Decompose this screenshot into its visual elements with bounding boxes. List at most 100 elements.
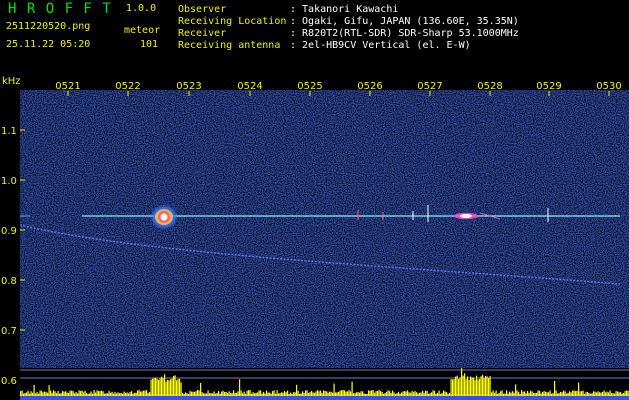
level-bar [612,393,614,396]
level-bar [102,391,104,396]
level-bar [243,391,245,396]
level-bar [347,391,349,396]
level-bar [324,391,326,396]
level-bar [92,393,94,396]
level-bar [177,378,179,396]
level-bar [50,390,52,396]
level-bar [422,390,424,396]
level-bar [342,390,344,396]
level-bar [380,391,382,396]
level-bar [81,390,83,396]
level-bar [227,393,229,396]
level-bar [249,390,251,396]
level-bar [432,390,434,396]
level-bar [498,392,500,396]
level-bar [21,390,23,396]
level-bar [158,379,160,396]
level-bar [483,377,485,396]
level-bar [492,390,494,396]
level-bar [303,392,305,396]
level-bar [305,390,307,396]
level-bar [278,393,280,396]
level-bar [261,393,263,396]
level-bar [623,393,625,396]
level-bar [300,393,302,396]
x-tick-label: 0530 [596,81,621,92]
level-bar [489,376,491,396]
level-bar [251,393,253,396]
level-bar [617,391,619,396]
level-bar [351,381,353,396]
level-bar [543,391,545,396]
y-tick-label: 0.6 [1,376,17,387]
level-bar [435,393,437,396]
level-bar [399,393,401,396]
level-bar [401,392,403,396]
level-bar [62,390,64,396]
level-bar [597,391,599,396]
level-bar [420,392,422,396]
level-bar [74,393,76,396]
level-bar [393,392,395,396]
level-bar [98,391,100,396]
level-bar [434,390,436,396]
level-bar [104,393,106,396]
level-bar [408,392,410,396]
level-bar [359,392,361,396]
level-bar [156,378,158,396]
level-bar [594,391,596,396]
level-bar [186,393,188,396]
level-bar [341,390,343,396]
x-tick-label: 0525 [297,81,322,92]
level-bar [419,392,421,396]
level-bar [248,390,250,396]
level-bar [608,392,610,396]
level-bar [168,380,170,396]
level-bar [86,392,88,396]
level-bar [479,378,481,396]
level-bar [344,390,346,396]
level-bar [284,391,286,396]
level-bar [332,392,334,396]
level-bar [183,393,185,396]
level-bar [219,393,221,396]
level-bar [440,394,442,396]
level-bar [137,390,139,396]
level-bar [270,393,272,396]
level-bar [429,393,431,396]
level-bar [159,378,161,396]
level-bar [407,390,409,396]
level-bar [599,392,601,396]
level-bar [366,394,368,396]
level-bar [554,381,556,396]
level-bar [134,392,136,396]
level-bar [149,392,151,396]
level-bar [549,390,551,396]
level-bar [312,392,314,396]
level-bar [413,392,415,396]
level-bar [534,393,536,396]
level-bar [444,391,446,396]
level-bar [71,390,73,396]
level-bar [620,392,622,396]
level-bar [203,393,205,396]
level-bar [381,392,383,396]
level-bar [584,393,586,396]
level-bar [392,390,394,396]
level-bar [75,392,77,396]
level-bar [153,378,155,396]
level-bar [567,392,569,396]
level-bar [87,393,89,396]
level-bar [255,392,257,396]
level-bar [291,393,293,396]
level-bar [215,393,217,396]
level-bar [504,393,506,396]
level-bar [236,392,238,396]
level-bar [29,393,31,396]
level-bar [558,393,560,396]
level-bar [222,390,224,396]
level-bar [357,392,359,396]
level-bar [189,390,191,396]
level-bar [188,393,190,396]
level-bar [542,391,544,396]
